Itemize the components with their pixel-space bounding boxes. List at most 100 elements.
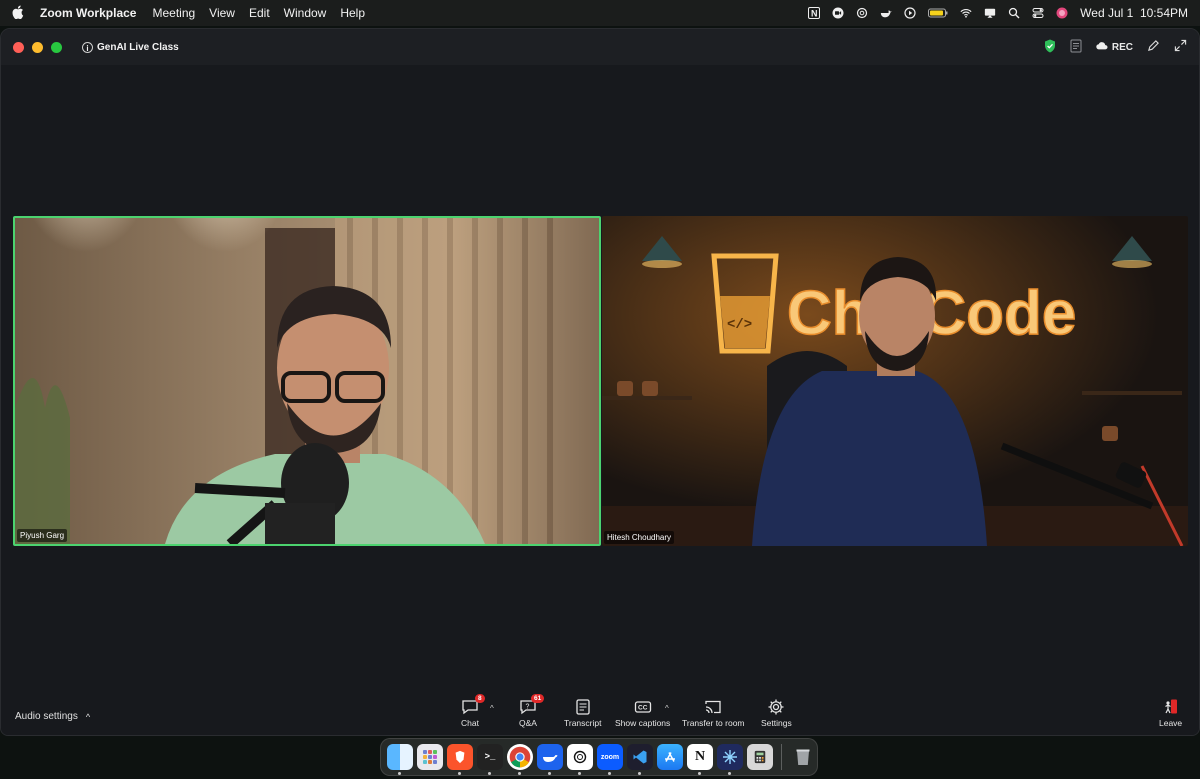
calculator-icon[interactable] <box>747 744 773 770</box>
running-indicator <box>638 772 641 775</box>
zoom-meeting-window: i GenAI Live Class REC Piyush Garg </> H… <box>0 28 1200 736</box>
notion-app-icon[interactable]: N <box>687 744 713 775</box>
close-window-button[interactable] <box>13 41 24 53</box>
control-center-icon[interactable] <box>1032 7 1044 19</box>
screen-mirroring-icon[interactable] <box>984 7 996 19</box>
show-captions-button[interactable]: CC Show captions <box>615 698 670 728</box>
recording-indicator[interactable]: REC <box>1096 41 1133 53</box>
qa-label: Q&A <box>519 718 537 728</box>
video-feed-piyush <box>15 218 599 544</box>
expand-icon[interactable] <box>1174 39 1187 55</box>
participant-name-tag: Piyush Garg <box>17 529 68 542</box>
finder-icon[interactable] <box>387 744 413 775</box>
video-feed-hitesh: </> ChaiCode <box>602 216 1188 546</box>
launchpad-icon[interactable] <box>417 744 443 770</box>
cast-icon <box>704 698 722 718</box>
running-indicator <box>548 772 551 775</box>
vscode-icon[interactable] <box>627 744 653 775</box>
chrome-icon[interactable] <box>507 744 533 775</box>
running-indicator <box>398 772 401 775</box>
chat-chevron-up-icon[interactable]: ^ <box>490 704 494 713</box>
svg-text:CC: CC <box>638 705 648 712</box>
meeting-toolbar: Audio settings ^ 8 Chat ^ ? 61 Q&A Trans… <box>1 685 1199 735</box>
rec-label: REC <box>1111 41 1133 53</box>
apple-menu-icon[interactable] <box>12 4 26 22</box>
play-icon[interactable] <box>904 7 916 19</box>
terminal-icon[interactable]: >_ <box>477 744 503 775</box>
minimize-window-button[interactable] <box>32 41 43 53</box>
leave-icon <box>1162 698 1180 718</box>
window-controls <box>13 41 62 53</box>
notes-icon[interactable] <box>1070 39 1082 56</box>
brave-icon[interactable] <box>447 744 473 775</box>
transcript-button[interactable]: Transcript <box>564 698 601 728</box>
macos-menubar: Zoom Workplace Meeting View Edit Window … <box>0 0 1200 26</box>
gear-icon <box>767 698 785 718</box>
running-indicator <box>728 772 731 775</box>
running-indicator <box>578 772 581 775</box>
notion-icon[interactable]: N <box>808 7 821 19</box>
settings-label: Settings <box>761 718 792 728</box>
fullscreen-window-button[interactable] <box>51 41 62 53</box>
openai-icon[interactable] <box>856 7 868 19</box>
zoom-status-icon[interactable] <box>832 7 844 19</box>
qa-button[interactable]: ? 61 Q&A <box>519 694 545 728</box>
wifi-icon[interactable] <box>960 7 972 19</box>
macos-dock: >_ zoom N <box>380 738 818 776</box>
captions-chevron-up-icon[interactable]: ^ <box>665 704 669 713</box>
running-indicator <box>608 772 611 775</box>
running-indicator <box>458 772 461 775</box>
info-icon[interactable]: i <box>82 41 93 53</box>
settings-button[interactable]: Settings <box>761 698 792 728</box>
shield-icon[interactable] <box>1044 39 1056 56</box>
window-titlebar: i GenAI Live Class REC <box>1 29 1199 65</box>
video-tile-hitesh[interactable]: </> ChaiCode <box>602 216 1188 546</box>
qa-badge: 61 <box>531 694 545 703</box>
menu-meeting[interactable]: Meeting <box>152 6 195 20</box>
docker-app-icon[interactable] <box>537 744 563 775</box>
dock-separator <box>781 744 782 770</box>
leave-button[interactable]: Leave <box>1159 698 1182 728</box>
annotate-icon[interactable] <box>1147 39 1160 55</box>
participant-name-tag: Hitesh Choudhary <box>604 531 675 544</box>
menu-view[interactable]: View <box>209 6 235 20</box>
captions-icon: CC <box>634 698 652 718</box>
menu-help[interactable]: Help <box>340 6 365 20</box>
video-stage: Piyush Garg </> Hitesh Choudhary <box>1 65 1199 685</box>
audio-settings-button[interactable]: Audio settings ^ <box>15 711 90 722</box>
zoom-app-icon[interactable]: zoom <box>597 744 623 775</box>
battery-icon[interactable] <box>928 7 948 19</box>
svg-text:?: ? <box>526 704 530 711</box>
running-indicator <box>488 772 491 775</box>
docker-icon[interactable] <box>880 7 892 19</box>
transcript-icon <box>574 698 592 718</box>
leave-label: Leave <box>1159 718 1183 728</box>
app-store-icon[interactable] <box>657 744 683 770</box>
running-indicator <box>698 772 701 775</box>
menu-app-name[interactable]: Zoom Workplace <box>40 6 136 20</box>
transfer-to-room-button[interactable]: Transfer to room <box>682 698 745 728</box>
chat-button[interactable]: 8 Chat <box>461 694 485 728</box>
siri-icon[interactable] <box>1056 7 1068 19</box>
chatgpt-icon[interactable] <box>567 744 593 775</box>
meeting-title: GenAI Live Class <box>97 41 179 53</box>
meeting-info[interactable]: i GenAI Live Class <box>82 41 179 53</box>
perplexity-icon[interactable] <box>717 744 743 775</box>
video-tile-piyush[interactable]: Piyush Garg <box>13 216 601 546</box>
chat-label: Chat <box>461 718 479 728</box>
svg-text:</>: </> <box>727 317 752 333</box>
zoom-app-label: zoom <box>600 753 620 761</box>
running-indicator <box>518 772 521 775</box>
menu-edit[interactable]: Edit <box>249 6 270 20</box>
transcript-label: Transcript <box>564 718 602 728</box>
svg-text:N: N <box>811 9 818 19</box>
chat-badge: 8 <box>475 694 485 703</box>
audio-settings-label: Audio settings <box>15 711 78 722</box>
trash-icon[interactable] <box>790 744 816 770</box>
menu-window[interactable]: Window <box>284 6 327 20</box>
transfer-label: Transfer to room <box>682 718 745 728</box>
chevron-up-icon[interactable]: ^ <box>86 712 90 722</box>
captions-label: Show captions <box>615 718 671 728</box>
clock[interactable]: Wed Jul 1 10:54PM <box>1080 6 1188 20</box>
search-icon[interactable] <box>1008 7 1020 19</box>
